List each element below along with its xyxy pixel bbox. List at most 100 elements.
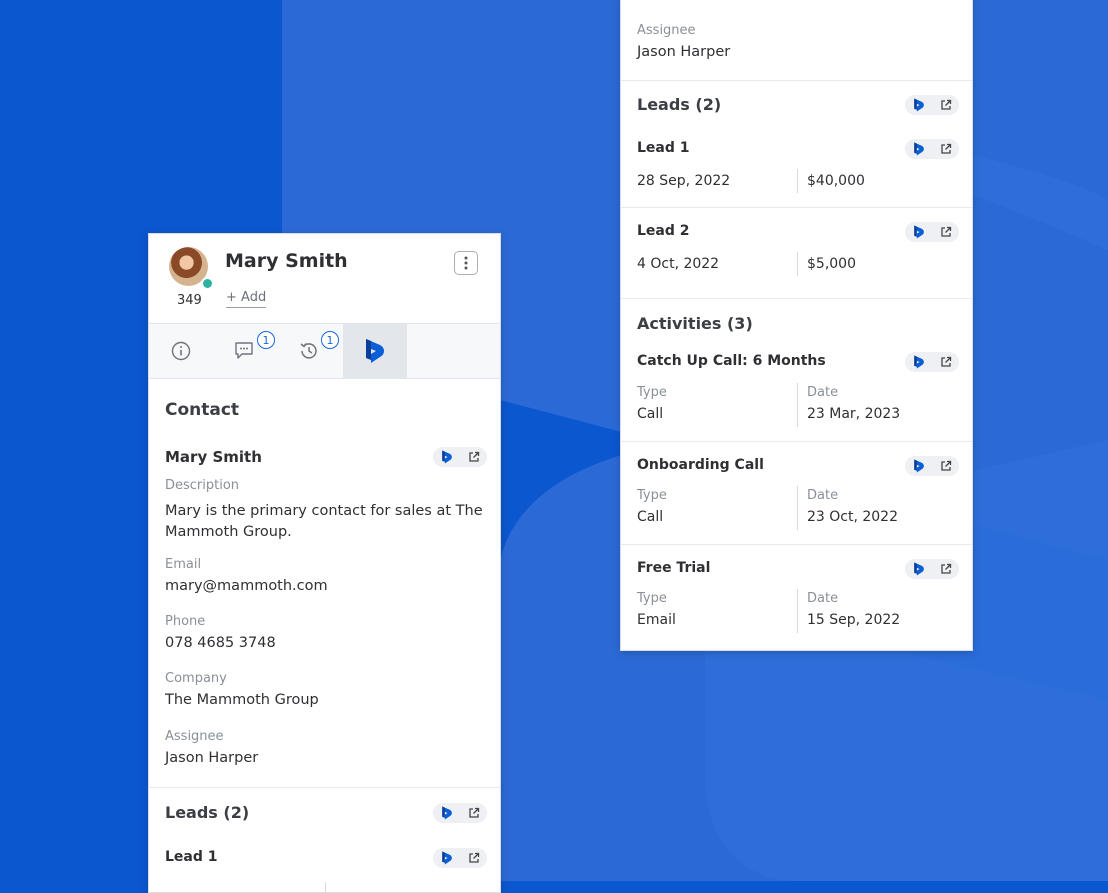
activity-title: Onboarding Call: [637, 457, 764, 473]
activity-title: Catch Up Call: 6 Months: [637, 353, 826, 369]
details-panel: Assignee Jason Harper Leads (2) Lead 1 2…: [620, 0, 973, 651]
activities-header: Activities (3): [621, 299, 972, 341]
lead-actions: [433, 848, 487, 868]
activity-item[interactable]: Onboarding Call Type Call Date 23 Oct, 2…: [621, 442, 972, 545]
lead-title: Lead 1: [165, 849, 218, 865]
field-label: Phone: [165, 614, 206, 629]
lead-title: Lead 2: [637, 223, 690, 239]
history-icon: [300, 343, 317, 359]
section-title-activities: Activities (3): [637, 314, 753, 333]
chat-icon: [235, 342, 253, 359]
dynamics-logo-icon: [366, 339, 384, 363]
more-options-button[interactable]: [454, 251, 478, 275]
tab-history[interactable]: 1: [277, 324, 341, 378]
assignee-section: Assignee Jason Harper: [621, 0, 972, 81]
company-value: The Mammoth Group: [165, 692, 319, 708]
lead-actions: [905, 222, 959, 242]
contact-count: 349: [177, 293, 202, 308]
activity-item[interactable]: Catch Up Call: 6 Months Type Call Date 2…: [621, 341, 972, 442]
field-label: Date: [807, 488, 839, 503]
dynamics-link-icon[interactable]: [441, 851, 453, 865]
column-divider: [325, 882, 326, 892]
external-link-icon[interactable]: [940, 460, 952, 472]
dynamics-link-icon[interactable]: [441, 450, 453, 464]
activity-date: 23 Oct, 2022: [807, 509, 898, 525]
lead-item[interactable]: Lead 2 4 Oct, 2022 $5,000: [621, 208, 972, 299]
section-title-leads: Leads (2): [637, 95, 722, 114]
field-label: Type: [637, 488, 667, 503]
section-title-contact: Contact: [165, 400, 240, 420]
leads-section: Leads (2) Lead 1: [149, 788, 500, 892]
field-label: Date: [807, 385, 839, 400]
contact-panel: Mary Smith 349 + Add 1 1 Contact Mary Sm…: [148, 233, 501, 893]
field-label: Description: [165, 478, 240, 493]
leads-header: Leads (2): [621, 81, 972, 125]
external-link-icon[interactable]: [940, 356, 952, 368]
email-value[interactable]: mary@mammoth.com: [165, 578, 328, 594]
tab-dynamics[interactable]: [343, 324, 407, 378]
tab-info[interactable]: [149, 324, 213, 378]
history-badge: 1: [321, 331, 339, 349]
external-link-icon[interactable]: [468, 852, 480, 864]
field-label: Type: [637, 385, 667, 400]
record-actions: [433, 447, 487, 467]
assignee-value: Jason Harper: [637, 44, 731, 60]
dynamics-link-icon[interactable]: [913, 562, 925, 576]
dynamics-link-icon[interactable]: [913, 98, 925, 112]
dynamics-link-icon[interactable]: [913, 355, 925, 369]
field-label: Company: [165, 671, 227, 686]
contact-record-name: Mary Smith: [165, 448, 262, 466]
external-link-icon[interactable]: [468, 807, 480, 819]
tab-bar: 1 1: [149, 324, 500, 379]
dynamics-link-icon[interactable]: [441, 806, 453, 820]
activity-date: 15 Sep, 2022: [807, 612, 901, 628]
field-label: Date: [807, 591, 839, 606]
field-label: Type: [637, 591, 667, 606]
activity-type: Call: [637, 406, 664, 422]
lead-amount: $40,000: [807, 173, 865, 189]
activity-type: Call: [637, 509, 664, 525]
dynamics-link-icon[interactable]: [913, 225, 925, 239]
external-link-icon[interactable]: [940, 226, 952, 238]
activity-actions: [905, 352, 959, 372]
column-divider: [797, 486, 798, 530]
field-label: Assignee: [165, 729, 224, 744]
contact-name: Mary Smith: [225, 250, 348, 272]
kebab-icon: [464, 256, 468, 270]
info-icon: [171, 341, 191, 361]
external-link-icon[interactable]: [940, 563, 952, 575]
lead-actions: [905, 139, 959, 159]
tab-conversations[interactable]: 1: [213, 324, 277, 378]
external-link-icon[interactable]: [468, 451, 480, 463]
column-divider: [797, 383, 798, 427]
activity-title: Free Trial: [637, 560, 711, 576]
assignee-value: Jason Harper: [165, 750, 259, 766]
leads-actions: [905, 95, 959, 115]
conversations-badge: 1: [257, 331, 275, 349]
activity-type: Email: [637, 612, 676, 628]
external-link-icon[interactable]: [940, 99, 952, 111]
field-value: Mary is the primary contact for sales at…: [165, 503, 483, 540]
lead-date: 4 Oct, 2022: [637, 256, 720, 272]
phone-value[interactable]: 078 4685 3748: [165, 635, 276, 651]
lead-amount: $5,000: [807, 256, 856, 272]
dynamics-link-icon[interactable]: [913, 142, 925, 156]
activity-item[interactable]: Free Trial Type Email Date 15 Sep, 2022: [621, 545, 972, 650]
contact-section: Contact Mary Smith Description Mary is t…: [149, 379, 500, 787]
section-title-leads: Leads (2): [165, 803, 250, 822]
column-divider: [797, 169, 798, 193]
column-divider: [797, 589, 798, 633]
contact-header: Mary Smith 349 + Add: [149, 234, 500, 324]
column-divider: [797, 252, 798, 276]
field-label: Email: [165, 557, 202, 572]
lead-date: 28 Sep, 2022: [637, 173, 731, 189]
add-tag-link[interactable]: + Add: [226, 290, 267, 308]
external-link-icon[interactable]: [940, 143, 952, 155]
activity-actions: [905, 456, 959, 476]
leads-actions: [433, 803, 487, 823]
dynamics-link-icon[interactable]: [913, 459, 925, 473]
lead-item[interactable]: Lead 1 28 Sep, 2022 $40,000: [621, 125, 972, 208]
activity-actions: [905, 559, 959, 579]
online-status-dot: [201, 277, 214, 290]
activity-date: 23 Mar, 2023: [807, 406, 901, 422]
